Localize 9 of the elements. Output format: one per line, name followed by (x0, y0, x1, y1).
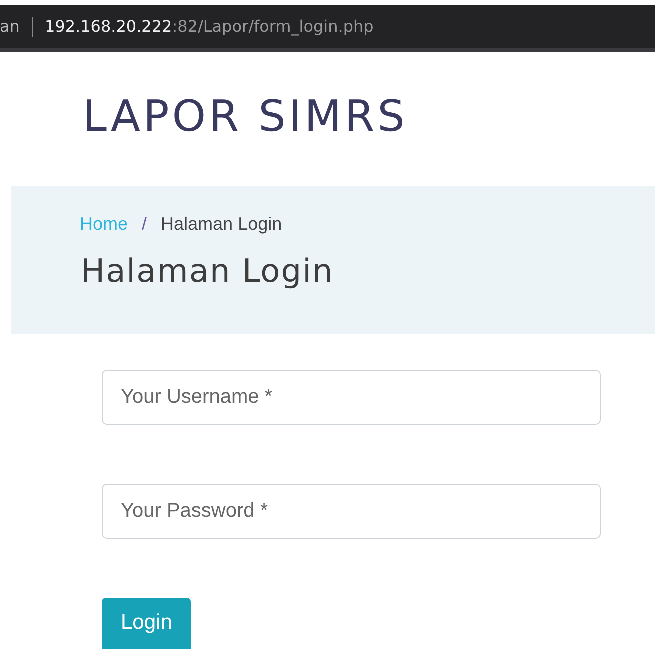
page-title: Halaman Login (81, 252, 335, 290)
breadcrumb-current: Halaman Login (161, 214, 282, 234)
url-text: 192.168.20.222:82/Lapor/form_login.php (44, 17, 374, 36)
address-bar[interactable]: an 192.168.20.222:82/Lapor/form_login.php (0, 5, 655, 52)
site-logo[interactable]: LAPOR SIMRS (83, 92, 408, 142)
username-field[interactable]: Your Username * (102, 370, 601, 425)
password-field[interactable]: Your Password * (102, 484, 601, 539)
tab-title: an (0, 17, 20, 36)
breadcrumb-separator: / (142, 214, 148, 234)
